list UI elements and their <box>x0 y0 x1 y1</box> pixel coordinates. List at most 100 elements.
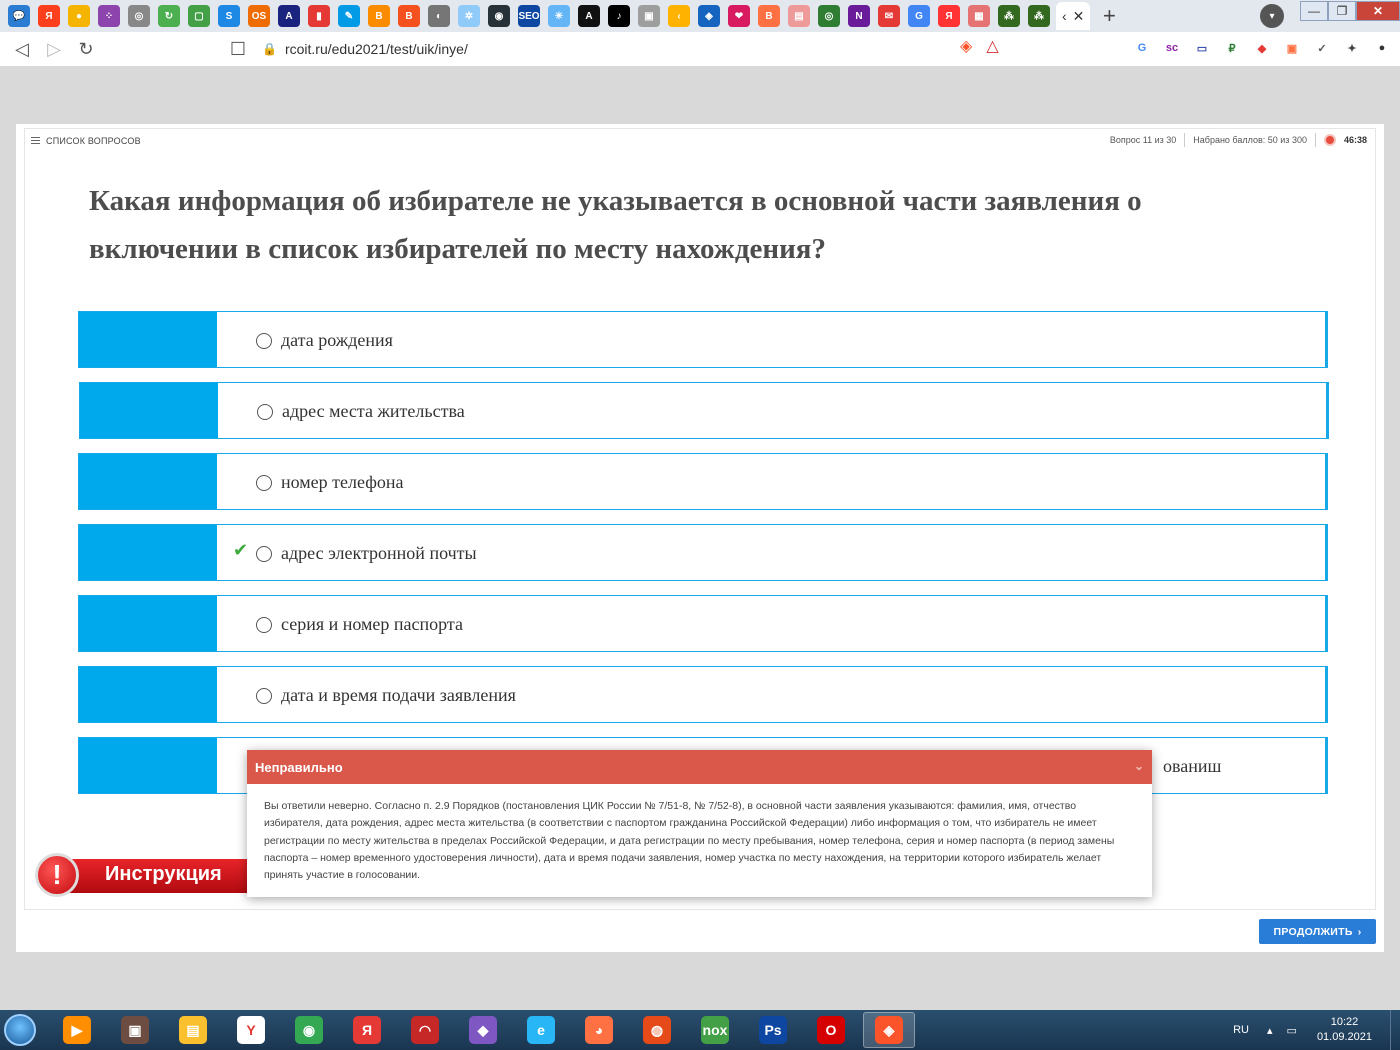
onlysurf-icon[interactable]: OS <box>248 5 270 27</box>
taskbar-app[interactable]: ▶ <box>51 1012 103 1048</box>
maximize-button[interactable]: ❐ <box>1328 1 1356 21</box>
question-list-toggle[interactable]: СПИСОК ВОПРОСОВ <box>31 135 141 146</box>
clock[interactable]: 10:22 01.09.2021 <box>1317 1015 1372 1045</box>
window-controls: — ❐ ✕ <box>1300 0 1400 22</box>
taskbar-app[interactable]: nox <box>689 1012 741 1048</box>
translate-icon[interactable]: G <box>1132 38 1152 58</box>
taskbar-app[interactable]: e <box>515 1012 567 1048</box>
show-desktop-button[interactable] <box>1390 1010 1400 1050</box>
taskbar-app[interactable]: Я <box>341 1012 393 1048</box>
close-window-button[interactable]: ✕ <box>1356 1 1400 21</box>
star-icon[interactable]: ✲ <box>458 5 480 27</box>
answer-option[interactable]: дата рождения <box>78 311 1328 368</box>
answer-label: адрес электронной почты <box>281 543 477 563</box>
puzzle-icon[interactable]: ✦ <box>1342 38 1362 58</box>
status-divider <box>1184 133 1186 147</box>
cube-color-icon[interactable]: ◆ <box>1252 38 1272 58</box>
chat-icon[interactable]: 💬 <box>8 5 30 27</box>
heart-icon[interactable]: ❤ <box>728 5 750 27</box>
radio-button[interactable] <box>256 688 272 704</box>
language-indicator[interactable]: RU <box>1233 1024 1249 1036</box>
taskbar-app[interactable]: ◉ <box>283 1012 335 1048</box>
chart-blue-icon[interactable]: A <box>278 5 300 27</box>
new-tab-button[interactable]: + <box>1096 3 1122 29</box>
google-icon[interactable]: G <box>908 5 930 27</box>
answer-option[interactable]: серия и номер паспорта <box>78 595 1328 652</box>
answer-option[interactable]: номер телефона <box>78 453 1328 510</box>
current-tab[interactable]: ‹ ✕ <box>1056 2 1091 30</box>
ruble-icon[interactable]: ₽ <box>1222 38 1242 58</box>
taskbar-app[interactable]: ◈ <box>863 1012 915 1048</box>
serp-icon[interactable]: S <box>218 5 240 27</box>
record-icon[interactable]: ▣ <box>1282 38 1302 58</box>
globe-icon[interactable]: ◐ <box>428 5 450 27</box>
eye-icon[interactable]: ◎ <box>128 5 150 27</box>
account-icon[interactable]: ▾ <box>1260 4 1284 28</box>
radio-button[interactable] <box>257 404 273 420</box>
brave-rewards-icon[interactable]: △ <box>986 36 998 56</box>
back-icon[interactable]: ◁ <box>6 33 38 65</box>
tab-prev-icon: ‹ <box>1062 8 1067 24</box>
radio-button[interactable] <box>256 546 272 562</box>
blogger-icon[interactable]: B <box>368 5 390 27</box>
start-button[interactable] <box>0 1010 40 1050</box>
yandex-icon[interactable]: Я <box>38 5 60 27</box>
popup-header[interactable]: Неправильно ⌄ <box>247 750 1152 784</box>
taskbar-app[interactable]: ◍ <box>631 1012 683 1048</box>
radio-button[interactable] <box>256 333 272 349</box>
mail-red-icon[interactable]: ✉ <box>878 5 900 27</box>
eye-dark-icon[interactable]: ◉ <box>488 5 510 27</box>
taskbar-app[interactable]: Y <box>225 1012 277 1048</box>
bar-chart-icon[interactable]: ▮ <box>308 5 330 27</box>
answer-option[interactable]: дата и время подачи заявления <box>78 666 1328 723</box>
taskbar-app[interactable]: ▣ <box>109 1012 161 1048</box>
shield-check-icon[interactable]: ✓ <box>1312 38 1332 58</box>
bookmark-icon[interactable]: ☐ <box>222 33 254 65</box>
taskbar-app[interactable]: ◠ <box>399 1012 451 1048</box>
taskbar-app[interactable]: Ps <box>747 1012 799 1048</box>
refresh-green-icon[interactable]: ↻ <box>158 5 180 27</box>
spark-icon[interactable]: ✳ <box>548 5 570 27</box>
address-bar[interactable]: 🔒 rcoit.ru/edu2021/test/uik/inye/ <box>262 36 962 62</box>
blogger-alt-icon[interactable]: B <box>398 5 420 27</box>
save-icon[interactable]: ▭ <box>1192 38 1212 58</box>
circle-green-icon[interactable]: ◎ <box>818 5 840 27</box>
network-icon[interactable]: ▭ <box>1287 1024 1297 1037</box>
radio-button[interactable] <box>256 617 272 633</box>
continue-button[interactable]: ПРОДОЛЖИТЬ › <box>1259 919 1376 944</box>
sphere-icon[interactable]: ● <box>68 5 90 27</box>
shield-blue-icon[interactable]: ◈ <box>698 5 720 27</box>
arrow-left-tab-icon[interactable]: ‹ <box>668 5 690 27</box>
a-letter-icon[interactable]: A <box>578 5 600 27</box>
minimize-button[interactable]: — <box>1300 1 1328 21</box>
n-letter-icon[interactable]: N <box>848 5 870 27</box>
dots-icon[interactable]: ⁘ <box>98 5 120 27</box>
seo-icon[interactable]: SEO <box>518 5 540 27</box>
profile-icon[interactable]: ● <box>1372 38 1392 58</box>
brave-icon: ◈ <box>875 1016 903 1044</box>
forward-icon[interactable]: ▷ <box>38 33 70 65</box>
reload-icon[interactable]: ↻ <box>70 33 102 65</box>
green-app-icon[interactable]: ▢ <box>188 5 210 27</box>
brave-shield-icon[interactable]: ◈ <box>960 36 972 56</box>
grid-red-icon[interactable]: ▦ <box>968 5 990 27</box>
radio-button[interactable] <box>256 475 272 491</box>
group-green-alt-icon[interactable]: ⁂ <box>1028 5 1050 27</box>
taskbar-app[interactable]: ▤ <box>167 1012 219 1048</box>
bookmark-red-icon[interactable]: ▤ <box>788 5 810 27</box>
group-green-icon[interactable]: ⁂ <box>998 5 1020 27</box>
yandex-red-icon[interactable]: Я <box>938 5 960 27</box>
taskbar-app[interactable]: ◕ <box>573 1012 625 1048</box>
blogger-orange-icon[interactable]: B <box>758 5 780 27</box>
answer-option[interactable]: ✔ адрес электронной почты <box>78 524 1328 581</box>
tab-close-icon[interactable]: ✕ <box>1073 8 1085 25</box>
sc-icon[interactable]: sc <box>1162 38 1182 58</box>
cube-icon[interactable]: ▣ <box>638 5 660 27</box>
tool-icon[interactable]: ✎ <box>338 5 360 27</box>
taskbar-app[interactable]: ◆ <box>457 1012 509 1048</box>
answer-option[interactable]: адрес места жительства <box>79 382 1329 439</box>
taskbar-app[interactable]: O <box>805 1012 857 1048</box>
chevron-down-icon[interactable]: ⌄ <box>1134 759 1144 773</box>
tray-arrow-icon[interactable]: ▴ <box>1267 1024 1273 1037</box>
tiktok-icon[interactable]: ♪ <box>608 5 630 27</box>
